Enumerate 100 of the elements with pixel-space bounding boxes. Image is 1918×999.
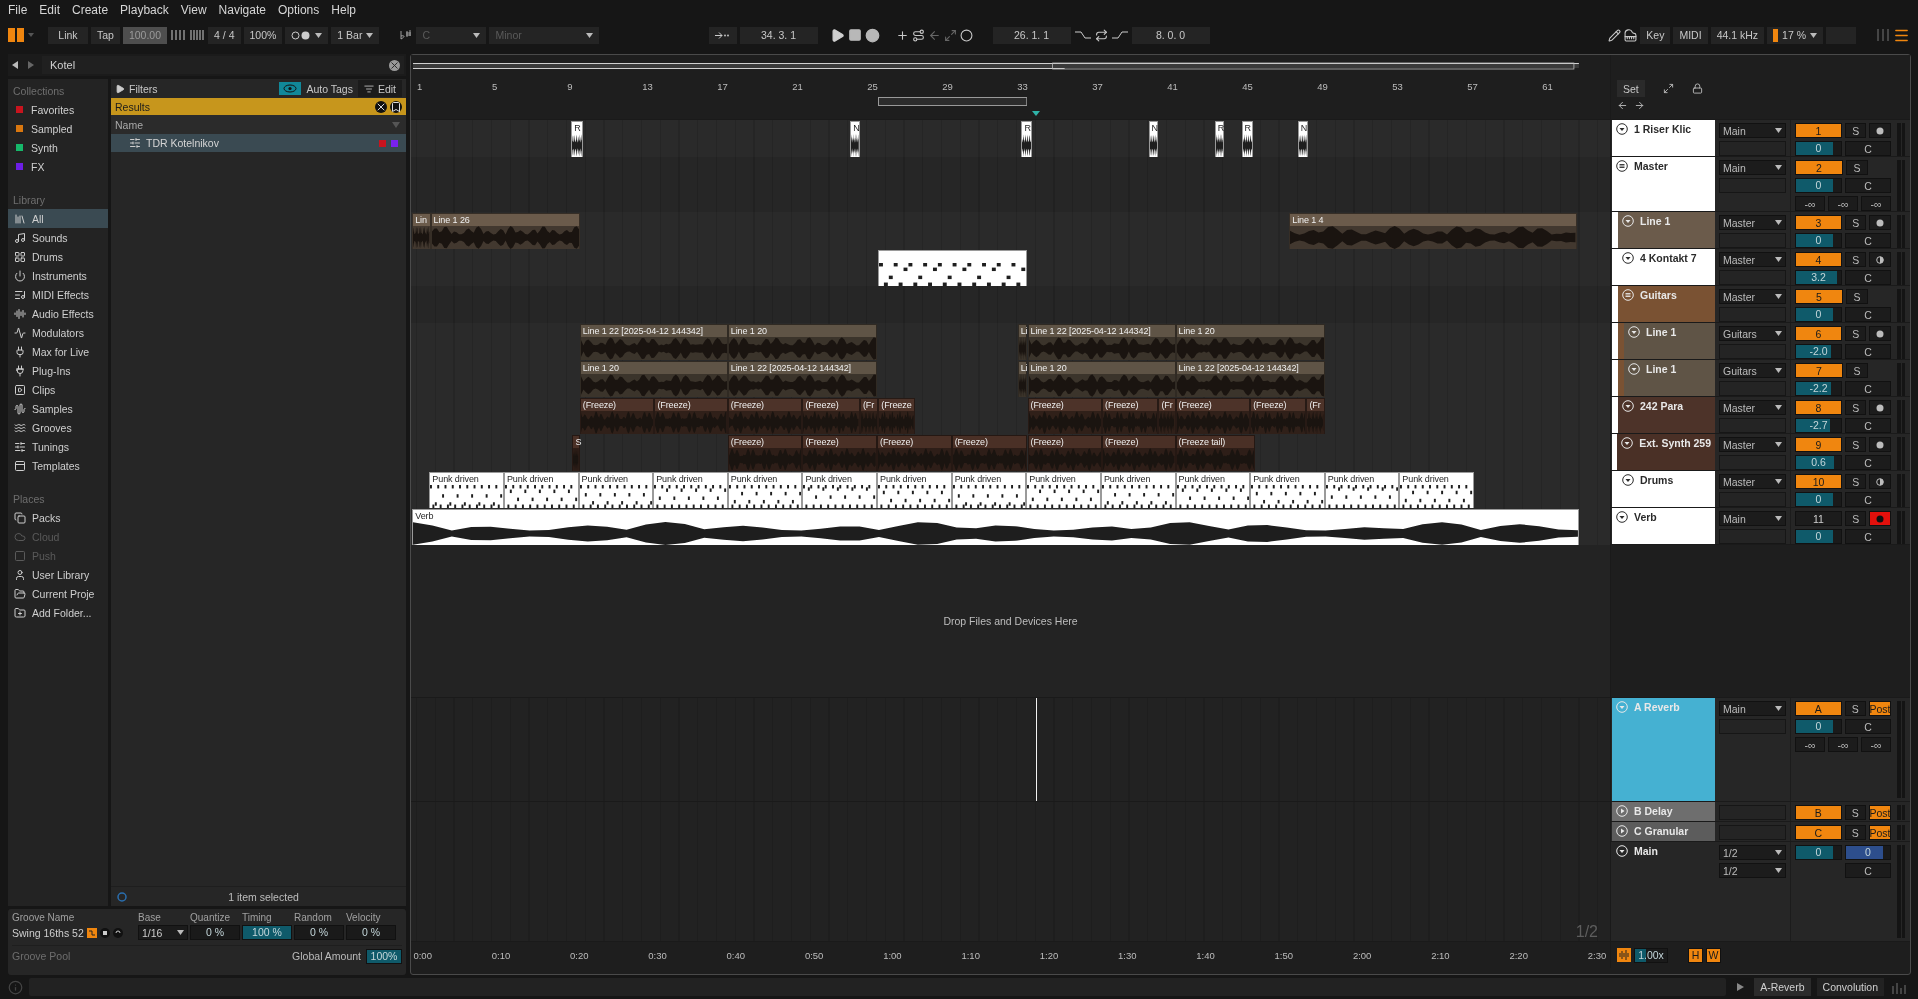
output-dropdown[interactable]: Master	[1719, 437, 1786, 452]
sidebar-item[interactable]: Synth	[8, 138, 108, 157]
volume-slider[interactable]: 0	[1795, 845, 1842, 860]
track-title-bar[interactable]: Line 1	[1624, 360, 1715, 399]
solo-button[interactable]: S	[1844, 437, 1867, 452]
crossfade-button[interactable]: C	[1845, 492, 1891, 507]
bookmark-icon[interactable]	[390, 100, 402, 113]
solo-button[interactable]: S	[1844, 474, 1867, 489]
sidebar-item[interactable]: Grooves	[8, 418, 108, 437]
track-title-bar[interactable]: Line 1	[1624, 323, 1715, 362]
menu-item[interactable]: View	[174, 2, 213, 17]
edit-button[interactable]: Edit	[357, 80, 402, 97]
track-activator-button[interactable]: 11	[1795, 511, 1842, 526]
solo-button[interactable]: S	[1844, 215, 1867, 230]
track-title-bar[interactable]: Ext. Synth 259	[1617, 434, 1715, 473]
record-icon[interactable]	[864, 27, 880, 43]
volume-slider[interactable]: 0	[1795, 141, 1842, 156]
filters-button[interactable]: Filters	[115, 80, 158, 97]
clip[interactable]: Line 1 20	[727, 324, 878, 361]
clip[interactable]	[878, 250, 1028, 287]
clip[interactable]: (Freeze)	[1175, 398, 1251, 435]
solo-button[interactable]: S	[1844, 825, 1866, 840]
clip[interactable]: Punk driven	[727, 472, 803, 509]
post-button[interactable]: Post	[1869, 825, 1891, 840]
circle-icon[interactable]	[959, 28, 973, 42]
sidebar-item[interactable]: Samples	[8, 399, 108, 418]
device-tab[interactable]: Convolution	[1816, 978, 1884, 996]
crossfade-button[interactable]: C	[1845, 529, 1891, 544]
crossfade-button[interactable]: C	[1845, 719, 1891, 734]
clip[interactable]: (Freeze)	[1250, 398, 1307, 435]
eye-toggle[interactable]	[279, 82, 302, 95]
clip[interactable]: Punk driven	[802, 472, 878, 509]
clip[interactable]: Punk driven	[1399, 472, 1474, 509]
clip[interactable]: S	[572, 435, 580, 472]
sidebar-item[interactable]: Drums	[8, 247, 108, 266]
sidebar-item[interactable]: Audio Effects	[8, 304, 108, 323]
volume-slider[interactable]: 0.6	[1795, 455, 1842, 470]
piano-icon[interactable]	[1624, 28, 1638, 42]
sidebar-item[interactable]: Plug-Ins	[8, 361, 108, 380]
clip[interactable]: R	[571, 121, 584, 158]
menu-item[interactable]: Help	[325, 2, 362, 17]
route-icon[interactable]	[911, 28, 925, 42]
arm-button[interactable]	[1869, 437, 1891, 452]
output-dropdown[interactable]: Master	[1719, 215, 1786, 230]
close-icon[interactable]	[375, 100, 387, 113]
track-title-bar[interactable]: Line 1	[1618, 212, 1715, 251]
output-dropdown[interactable]: Main	[1719, 701, 1786, 716]
solo-button[interactable]: S	[1846, 289, 1868, 304]
sidebar-item[interactable]: Current Proje	[8, 584, 108, 603]
list-icon[interactable]	[1616, 160, 1628, 172]
search-field[interactable]: Kotel	[42, 56, 404, 74]
track-title-bar[interactable]: Drums	[1618, 471, 1715, 510]
clip[interactable]: (Freeze)	[951, 435, 1028, 472]
sidebar-item[interactable]: FX	[8, 157, 108, 176]
punch-in-icon[interactable]	[1073, 29, 1092, 41]
loop-brace-drawing[interactable]	[878, 97, 1028, 106]
clip[interactable]: Line 1 20	[579, 361, 728, 398]
volume-slider[interactable]: 0	[1795, 719, 1842, 734]
track-title-bar[interactable]: 1 Riser Klic	[1612, 120, 1715, 159]
track-title-bar[interactable]: C Granular	[1612, 822, 1715, 843]
clip[interactable]: Punk driven	[1100, 472, 1176, 509]
base-dropdown[interactable]: 1/16	[138, 925, 188, 940]
track-activator-button[interactable]: A	[1795, 701, 1842, 716]
time-signature-field[interactable]: 4 / 4	[208, 26, 241, 44]
clip[interactable]: (Freeze)	[654, 398, 728, 435]
track-activator-button[interactable]: 10	[1795, 474, 1842, 489]
crossfade-button[interactable]: C	[1845, 381, 1891, 396]
crossfade-button[interactable]: C	[1845, 233, 1891, 248]
output-dropdown[interactable]: Master	[1719, 474, 1786, 489]
volume-slider[interactable]: 3.2	[1795, 270, 1842, 285]
collapse-icon[interactable]	[1622, 252, 1634, 264]
sidebar-item[interactable]: Max for Live	[8, 342, 108, 361]
volume-slider[interactable]: 0	[1795, 178, 1842, 193]
punch-out-icon[interactable]	[1110, 29, 1129, 41]
clip[interactable]: Punk driven	[429, 472, 504, 509]
clip[interactable]: R	[1021, 121, 1033, 158]
clip[interactable]: Punk driven	[1175, 472, 1251, 509]
track-activator-button[interactable]: 2	[1795, 160, 1843, 175]
w-button[interactable]: W	[1706, 947, 1721, 963]
clip[interactable]: Punk driven	[1250, 472, 1325, 509]
sidebar-item[interactable]: User Library	[8, 565, 108, 584]
sidebar-item[interactable]: All	[8, 209, 108, 228]
play-icon[interactable]	[829, 27, 845, 43]
clip[interactable]: Lin	[412, 213, 431, 250]
crossfade-button[interactable]: C	[1845, 455, 1891, 470]
cue-volume-slider[interactable]: 0	[1845, 845, 1891, 860]
clip[interactable]: N	[850, 121, 860, 158]
clip[interactable]: Punk driven	[1324, 472, 1400, 509]
sidebar-item[interactable]: Add Folder...	[8, 603, 108, 622]
expand-icon[interactable]	[1616, 805, 1628, 817]
crossfade-button[interactable]: C	[1845, 307, 1891, 322]
clip[interactable]: Line 1 22 [2025-04-12 144342]	[1175, 361, 1325, 398]
clip[interactable]: (Freeze	[878, 398, 915, 435]
position-field[interactable]: 34. 3. 1	[739, 26, 818, 44]
clip[interactable]: Verb	[412, 509, 1580, 546]
key-map-button[interactable]: Key	[1640, 26, 1671, 44]
track-title-bar[interactable]: 4 Kontakt 7	[1618, 249, 1715, 288]
sidebar-item[interactable]: Clips	[8, 380, 108, 399]
track-title-bar[interactable]: 242 Para	[1618, 397, 1715, 436]
track-activator-button[interactable]: 7	[1795, 363, 1843, 378]
